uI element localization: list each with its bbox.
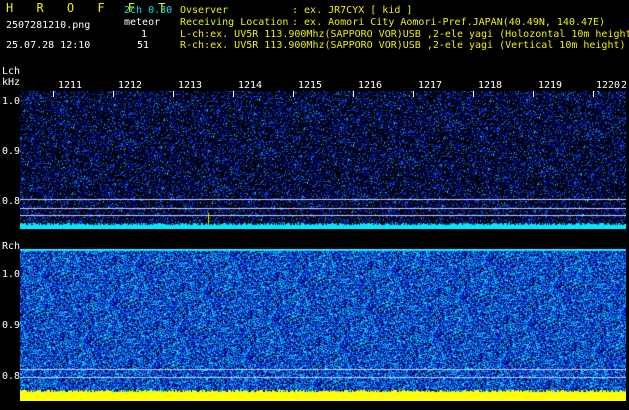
time-tick-1220: 1220 <box>596 80 621 91</box>
lch-freq-tick-0-8: 0.8 <box>2 196 21 207</box>
time-tick-1214: 1214 <box>238 80 263 91</box>
rch-description: R-ch:ex. UV5R 113.900Mhz(SAPPORO VOR)USB… <box>180 40 626 51</box>
time-tick-mark <box>113 91 114 97</box>
rch-freq-tick-1-0: 1.0 <box>2 269 21 280</box>
time-tick-mark <box>233 91 234 97</box>
khz-axis-label: kHz <box>2 77 21 88</box>
time-tick-mark <box>353 91 354 97</box>
time-tick-1218: 1218 <box>478 80 503 91</box>
lch-freq-tick-1-0: 1.0 <box>2 96 21 107</box>
location-value: : ex. Aomori City Aomori-Pref.JAPAN(40.4… <box>292 17 606 28</box>
meteor-label: meteor <box>124 17 161 28</box>
time-tick-1215: 1215 <box>298 80 323 91</box>
rch-freq-tick-0-9: 0.9 <box>2 320 21 331</box>
time-tick-mark <box>593 91 594 97</box>
time-tick-1216: 1216 <box>358 80 383 91</box>
lch-freq-tick-0-9: 0.9 <box>2 146 21 157</box>
time-tick-mark <box>53 91 54 97</box>
lch-spectrogram <box>20 91 626 229</box>
rch-meteor-count: 51 <box>137 40 150 51</box>
observer-label: Ovserver <box>180 5 229 16</box>
time-tick-1213: 1213 <box>178 80 203 91</box>
datetime-label: 25.07.28 12:10 <box>6 40 91 51</box>
time-tick-1219: 1219 <box>538 80 563 91</box>
time-tick-1212: 1212 <box>118 80 143 91</box>
time-tick-mark <box>293 91 294 97</box>
time-tick-mark <box>173 91 174 97</box>
observer-value: : ex. JR7CYX [ kid ] <box>292 5 413 16</box>
rch-spectrogram <box>20 249 626 401</box>
lch-axis-label: Lch <box>2 66 21 77</box>
filename-label: 2507281210.png <box>6 20 91 31</box>
time-tick-mark <box>473 91 474 97</box>
time-tick-trailing: 2 <box>621 80 628 91</box>
location-label: Receiving Location <box>180 17 289 28</box>
time-tick-mark <box>533 91 534 97</box>
lch-description: L-ch:ex. UV5R 113.900Mhz(SAPPORO VOR)USB… <box>180 29 629 40</box>
time-tick-1211: 1211 <box>58 80 83 91</box>
rch-freq-tick-0-8: 0.8 <box>2 371 21 382</box>
time-tick-1217: 1217 <box>418 80 443 91</box>
channel-mode-label: 2ch 0.30 <box>124 5 173 16</box>
time-tick-mark <box>413 91 414 97</box>
rch-axis-label: Rch <box>2 241 21 252</box>
lch-meteor-count: 1 <box>141 29 148 40</box>
